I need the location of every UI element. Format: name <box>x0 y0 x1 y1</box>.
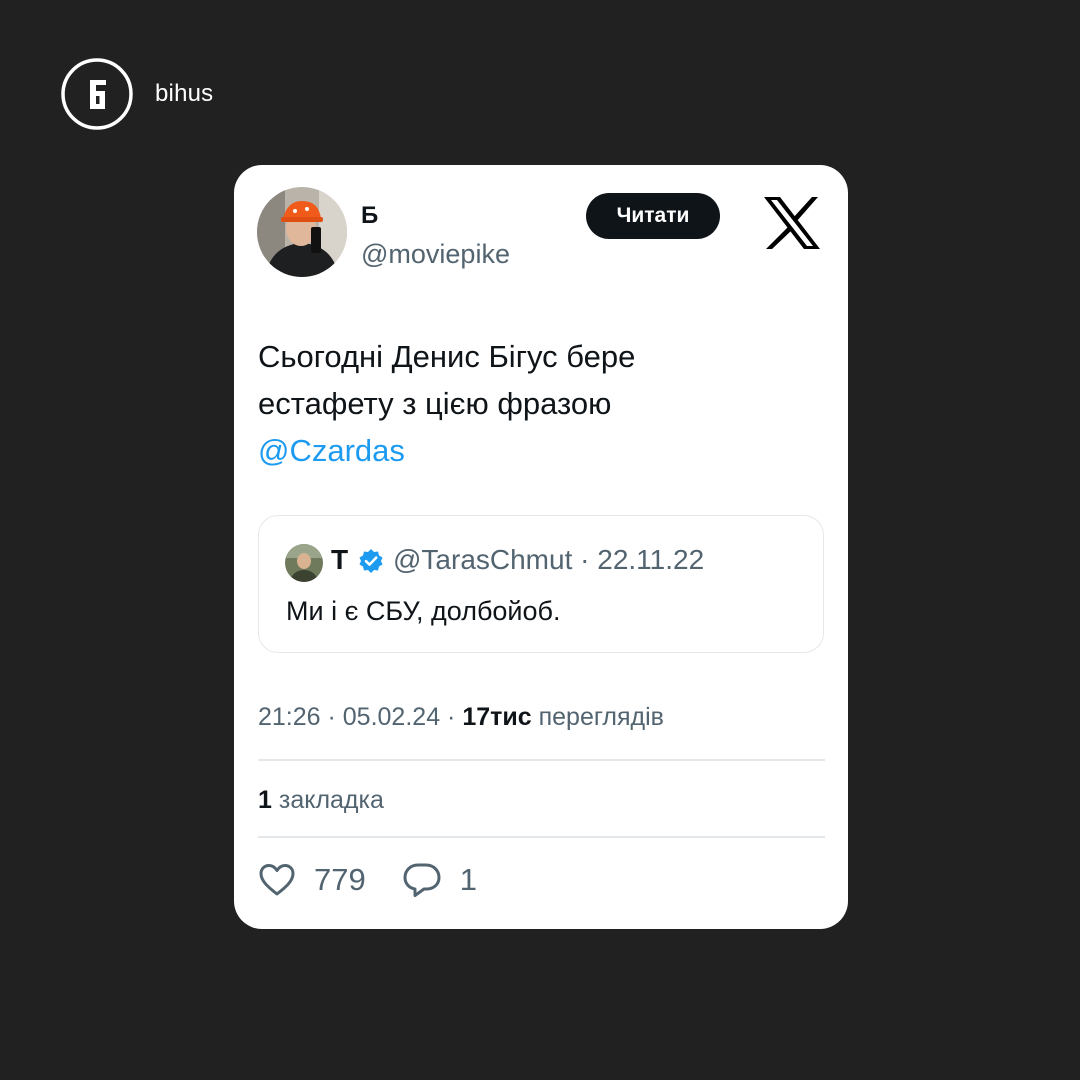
quoted-handle-date: @TarasChmut · 22.11.22 <box>393 544 705 575</box>
divider <box>258 836 825 838</box>
bihus-logo-icon <box>61 58 133 130</box>
views-label: переглядів <box>538 703 664 731</box>
page: bihus Б @moviepike Читати Сьогодні Денис… <box>0 0 1080 1080</box>
like-button[interactable]: 779 <box>258 862 366 898</box>
bookmarks-label: закладка <box>278 786 384 814</box>
reply-button[interactable]: 1 <box>402 862 477 898</box>
brand-header: bihus <box>61 58 213 130</box>
timestamp: 21:26 · 05.02.24 · <box>258 703 463 731</box>
tweet-text-line: естафету з цією фразою <box>258 386 612 421</box>
replies-count: 1 <box>459 862 477 897</box>
quoted-text: Ми і є СБУ, долбойоб. <box>286 596 561 626</box>
heart-icon <box>259 864 295 896</box>
quoted-tweet[interactable]: Т @TarasChmut · 22.11.22 Ми і є СБУ, дол… <box>258 515 824 653</box>
likes-count: 779 <box>314 862 366 897</box>
divider <box>258 759 825 761</box>
quoted-author-name[interactable]: Т <box>331 544 348 576</box>
verified-badge-icon <box>359 549 383 573</box>
tweet-card: Б @moviepike Читати Сьогодні Денис Бігус… <box>234 165 848 929</box>
bookmarks-number: 1 <box>258 786 272 814</box>
tweet-text-line: Сьогодні Денис Бігус бере <box>258 339 636 374</box>
tweet-meta: 21:26 · 05.02.24 · 17тис переглядів <box>258 703 664 732</box>
views-count: 17тис <box>462 703 532 731</box>
author-name[interactable]: Б <box>361 202 378 230</box>
tweet-text: Сьогодні Денис Бігус бере естафету з ціє… <box>258 333 824 474</box>
mention-link[interactable]: @Czardas <box>258 427 824 474</box>
author-avatar[interactable] <box>257 187 347 277</box>
quoted-author-avatar[interactable] <box>285 544 323 582</box>
reply-icon <box>403 863 441 897</box>
read-button[interactable]: Читати <box>586 193 720 239</box>
bookmarks-count[interactable]: 1 закладка <box>258 786 384 815</box>
tweet-actions: 779 1 <box>258 862 477 898</box>
brand-name: bihus <box>155 80 214 107</box>
author-handle[interactable]: @moviepike <box>361 239 510 270</box>
x-logo-icon[interactable] <box>762 195 822 251</box>
